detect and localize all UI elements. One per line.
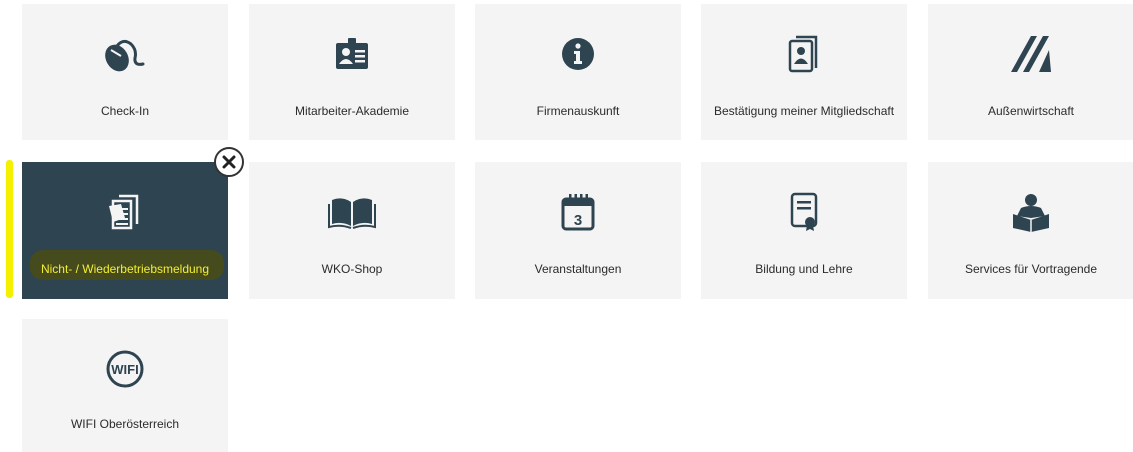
id-card-icon: [249, 34, 455, 74]
tile-services-fuer-vortragende[interactable]: Services für Vortragende: [928, 162, 1133, 299]
tile-label: Veranstaltungen: [534, 262, 622, 276]
tile-label: Außenwirtschaft: [987, 104, 1075, 118]
book-icon: [249, 192, 455, 232]
tile-firmenauskunft[interactable]: Firmenauskunft: [475, 4, 681, 140]
mouse-icon: [22, 34, 228, 74]
tile-label: Services für Vortragende: [964, 262, 1098, 276]
svg-text:3: 3: [574, 212, 582, 229]
tile-label: Mitarbeiter-Akademie: [294, 104, 410, 118]
tile-label: Bildung und Lehre: [755, 262, 853, 276]
tile-veranstaltungen[interactable]: 3 Veranstaltungen: [475, 162, 681, 299]
tile-label: Check-In: [100, 104, 150, 118]
tile-label: Bestätigung meiner Mitgliedschaft: [713, 104, 895, 118]
wifi-logo-icon: WIFI: [22, 349, 228, 389]
tile-mitarbeiter-akademie[interactable]: Mitarbeiter-Akademie: [249, 4, 455, 140]
tile-bildung-und-lehre[interactable]: Bildung und Lehre: [701, 162, 907, 299]
tile-label: Firmenauskunft: [536, 104, 620, 118]
tile-aussenwirtschaft[interactable]: Außenwirtschaft: [928, 4, 1133, 140]
tile-wifi-oberoesterreich[interactable]: WIFI WIFI Oberösterreich: [22, 319, 228, 452]
certificate-icon: [701, 192, 907, 232]
slash-logo-icon: [928, 34, 1133, 74]
tile-check-in[interactable]: Check-In: [22, 4, 228, 140]
info-icon: [475, 34, 681, 74]
tile-label: WKO-Shop: [321, 262, 383, 276]
calendar-icon: 3: [475, 192, 681, 232]
tile-bestaetigung-mitgliedschaft[interactable]: Bestätigung meiner Mitgliedschaft: [701, 4, 907, 140]
wifi-logo-text: WIFI: [111, 362, 138, 377]
close-icon: [222, 155, 236, 169]
document-person-icon: [701, 34, 907, 74]
documents-icon: [22, 192, 228, 232]
tile-label: WIFI Oberösterreich: [70, 417, 180, 431]
tile-wko-shop[interactable]: WKO-Shop: [249, 162, 455, 299]
remove-tile-button[interactable]: [214, 147, 244, 177]
tile-nicht-wiederbetriebsmeldung[interactable]: Nicht- / Wiederbetriebsmeldung: [22, 162, 228, 299]
reader-icon: [928, 192, 1133, 232]
highlight-marker: [6, 160, 13, 298]
tile-label: Nicht- / Wiederbetriebsmeldung: [40, 262, 210, 276]
